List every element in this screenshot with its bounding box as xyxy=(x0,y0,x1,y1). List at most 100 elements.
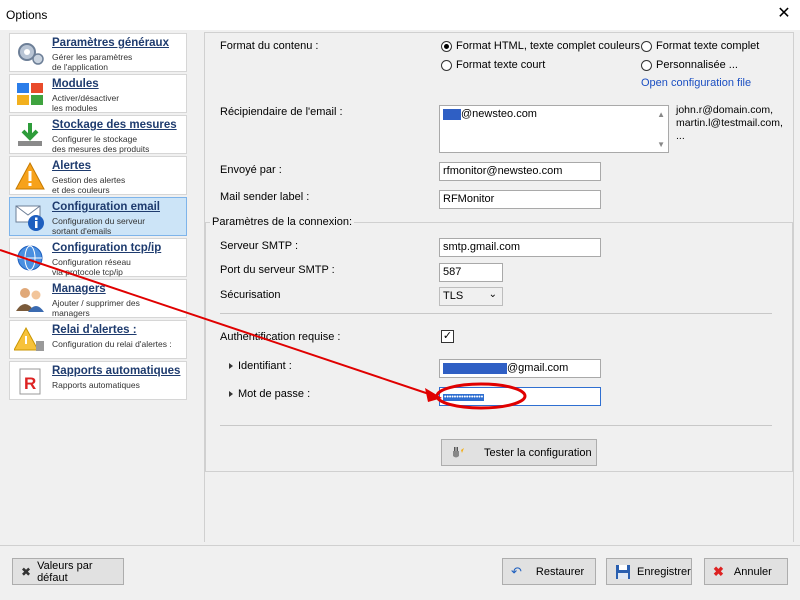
auth-checkbox[interactable]: ✓ xyxy=(441,330,454,343)
title-bar: Options ✕ xyxy=(0,0,800,30)
restore-label: Restaurer xyxy=(535,565,585,578)
sidebar-item-general[interactable]: Paramètres généraux Gérer les paramètres… xyxy=(9,33,187,72)
cancel-button[interactable]: ✖ Annuler xyxy=(704,558,788,585)
users-icon xyxy=(16,288,44,312)
sidebar-item-managers[interactable]: Managers Ajouter / supprimer des manager… xyxy=(9,279,187,318)
sidebar-item-title: Paramètres généraux xyxy=(52,37,169,49)
sidebar-item-title: Configuration tcp/ip xyxy=(52,242,162,254)
sender-input[interactable]: rfmonitor@newsteo.com xyxy=(439,162,601,181)
save-button[interactable]: Enregistrer xyxy=(606,558,692,585)
expand-arrow-icon[interactable] xyxy=(229,363,233,369)
check-icon: ✓ xyxy=(442,330,453,342)
chevron-down-icon: ⌄ xyxy=(488,289,497,300)
network-icon xyxy=(17,245,43,271)
save-label: Enregistrer xyxy=(637,565,691,578)
smtp-port-input[interactable]: 587 xyxy=(439,263,503,282)
recipient-value: @newsteo.com xyxy=(461,108,537,120)
recipient-hint: john.r@domain.com, martin.l@testmail.com… xyxy=(676,104,783,142)
divider xyxy=(220,313,772,314)
close-icon: ✖ xyxy=(713,563,724,579)
security-value: TLS xyxy=(443,290,464,302)
email-settings-panel: Format du contenu : Format HTML, texte c… xyxy=(204,32,794,542)
username-value: @gmail.com xyxy=(507,362,569,374)
smtp-port-label: Port du serveur SMTP : xyxy=(220,264,335,276)
sidebar-item-title: Configuration email xyxy=(52,201,160,213)
sidebar-item-title: Modules xyxy=(52,78,99,90)
sidebar-item-desc: Gérer les paramètres de l'application xyxy=(52,52,133,72)
modules-icon xyxy=(17,83,43,105)
sender-label: Envoyé par : xyxy=(220,164,282,176)
username-input[interactable]: @gmail.com xyxy=(439,359,601,378)
password-label: Mot de passe : xyxy=(238,388,311,400)
sidebar-item-desc: Rapports automatiques xyxy=(52,380,140,390)
radio-custom-label[interactable]: Personnalisée ... xyxy=(656,59,738,71)
connection-group-title: Paramètres de la connexion: xyxy=(210,216,355,228)
smtp-server-input[interactable]: smtp.gmail.com xyxy=(439,238,601,257)
radio-html-full[interactable] xyxy=(441,41,452,52)
sidebar-item-alerts[interactable]: Alertes Gestion des alertes et des coule… xyxy=(9,156,187,195)
defaults-button[interactable]: ✖ Valeurs par défaut xyxy=(12,558,124,585)
sender-label-input[interactable]: RFMonitor xyxy=(439,190,601,209)
sidebar-item-desc: Configuration du serveur sortant d'email… xyxy=(52,216,146,236)
restore-button[interactable]: ↶ Restaurer xyxy=(502,558,596,585)
warning-icon xyxy=(15,161,45,190)
auth-label: Authentification requise : xyxy=(220,331,341,343)
sidebar-item-storage[interactable]: Stockage des mesures Configurer le stock… xyxy=(9,115,187,154)
window-title: Options xyxy=(6,8,48,22)
sidebar-item-title: Rapports automatiques xyxy=(52,365,181,377)
scroll-up-icon[interactable]: ▲ xyxy=(657,110,665,119)
floppy-disk-icon xyxy=(616,564,630,579)
sidebar-item-title: Stockage des mesures xyxy=(52,119,177,131)
divider xyxy=(220,425,772,426)
download-icon xyxy=(18,123,42,146)
password-value: •••••••••••••••• xyxy=(443,394,485,401)
redacted-text xyxy=(443,108,461,120)
test-config-button[interactable]: Tester la configuration xyxy=(441,439,597,466)
relay-icon xyxy=(14,326,44,351)
sidebar-item-title: Alertes xyxy=(52,160,91,172)
radio-custom[interactable] xyxy=(641,60,652,71)
email-icon xyxy=(15,205,44,231)
open-config-file-link[interactable]: Open configuration file xyxy=(641,77,751,89)
radio-text-short-label[interactable]: Format texte court xyxy=(456,59,545,71)
defaults-label: Valeurs par défaut xyxy=(37,559,93,584)
radio-text-short[interactable] xyxy=(441,60,452,71)
sidebar-item-tcpip[interactable]: Configuration tcp/ip Configuration résea… xyxy=(9,238,187,277)
sidebar-item-relay[interactable]: Relai d'alertes : Configuration du relai… xyxy=(9,320,187,359)
content-format-label: Format du contenu : xyxy=(220,40,319,52)
gears-icon xyxy=(18,43,44,65)
security-label: Sécurisation xyxy=(220,289,281,301)
sidebar-item-desc: Configuration du relai d'alertes : xyxy=(52,339,172,349)
recipient-label: Récipiendaire de l'email : xyxy=(220,106,343,118)
svg-text:R: R xyxy=(24,374,36,393)
connection-group xyxy=(205,222,793,472)
close-icon[interactable]: ✕ xyxy=(774,4,794,24)
radio-html-full-label[interactable]: Format HTML, texte complet couleurs xyxy=(456,40,640,52)
smtp-server-label: Serveur SMTP : xyxy=(220,240,299,252)
sidebar-item-title: Managers xyxy=(52,283,106,295)
sidebar-item-email[interactable]: Configuration email Configuration du ser… xyxy=(9,197,187,236)
sidebar-item-title: Relai d'alertes : xyxy=(52,324,137,336)
recipient-textarea[interactable]: @newsteo.com ▲ ▼ xyxy=(439,105,669,153)
radio-text-full[interactable] xyxy=(641,41,652,52)
undo-icon: ↶ xyxy=(511,563,522,579)
sidebar-item-desc: Configuration réseau via protocole tcp/i… xyxy=(52,257,131,277)
sidebar-item-reports[interactable]: R Rapports automatiques Rapports automat… xyxy=(9,361,187,400)
sidebar-item-desc: Activer/désactiver les modules xyxy=(52,93,120,113)
password-input[interactable]: •••••••••••••••• xyxy=(439,387,601,406)
cancel-label: Annuler xyxy=(733,565,772,578)
sidebar-item-desc: Gestion des alertes et des couleurs xyxy=(52,175,126,195)
report-icon: R xyxy=(19,368,41,395)
sidebar-item-desc: Configurer le stockage des mesures des p… xyxy=(52,134,150,154)
security-select[interactable]: TLS ⌄ xyxy=(439,287,503,306)
sender-label-label: Mail sender label : xyxy=(220,191,310,203)
x-icon: ✖ xyxy=(21,564,32,579)
footer-separator xyxy=(0,545,800,546)
plug-icon xyxy=(453,446,464,457)
radio-text-full-label[interactable]: Format texte complet xyxy=(656,40,759,52)
expand-arrow-icon[interactable] xyxy=(229,391,233,397)
sidebar-item-modules[interactable]: Modules Activer/désactiver les modules xyxy=(9,74,187,113)
test-config-label: Tester la configuration xyxy=(484,446,592,459)
scroll-down-icon[interactable]: ▼ xyxy=(657,140,665,149)
sidebar-item-desc: Ajouter / supprimer des managers xyxy=(52,298,140,318)
